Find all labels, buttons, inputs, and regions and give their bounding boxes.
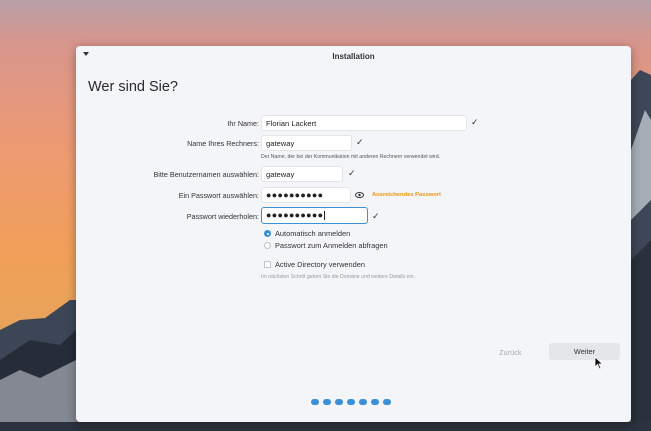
progress-step xyxy=(347,399,355,405)
progress-step xyxy=(323,399,331,405)
auto-login-label[interactable]: Automatisch anmelden xyxy=(275,229,350,238)
eye-icon[interactable] xyxy=(355,192,364,198)
back-button[interactable]: Zurück xyxy=(499,348,522,357)
name-label: Ihr Name: xyxy=(227,119,259,128)
progress-step xyxy=(335,399,343,405)
window-title: Installation xyxy=(332,52,375,61)
password-input[interactable]: ●●●●●●●●●● xyxy=(261,187,351,203)
active-directory-label[interactable]: Active Directory verwenden xyxy=(275,260,365,269)
username-valid-checkmark-icon: ✓ xyxy=(348,168,356,178)
confirm-password-label: Passwort wiederholen: xyxy=(186,212,259,221)
radio-auto-login[interactable] xyxy=(264,230,271,237)
progress-indicator xyxy=(311,392,395,410)
ask-password-label[interactable]: Passwort zum Anmelden abfragen xyxy=(275,241,388,250)
radio-ask-password[interactable] xyxy=(264,242,271,249)
name-input[interactable]: Florian Lackert xyxy=(261,115,467,131)
name-valid-checkmark-icon: ✓ xyxy=(471,117,479,127)
progress-step xyxy=(311,399,319,405)
active-directory-checkbox[interactable] xyxy=(264,261,271,268)
text-cursor xyxy=(324,211,326,221)
title-bar: Installation xyxy=(76,46,631,68)
progress-step xyxy=(383,399,391,405)
confirm-valid-checkmark-icon: ✓ xyxy=(372,211,380,221)
confirm-password-value: ●●●●●●●●●● xyxy=(266,210,324,220)
page-heading: Wer sind Sie? xyxy=(88,79,178,95)
active-directory-hint: Im nächsten Schritt geben Sie die Domäne… xyxy=(261,274,415,280)
progress-step xyxy=(371,399,379,405)
computer-valid-checkmark-icon: ✓ xyxy=(356,137,364,147)
username-label: Bitte Benutzernamen auswählen: xyxy=(153,170,259,179)
computer-name-input[interactable]: gateway xyxy=(261,135,352,151)
password-label: Ein Passwort auswählen: xyxy=(178,191,259,200)
computer-name-hint: Der Name, der bei der Kommunikation mit … xyxy=(261,154,441,160)
mouse-pointer-icon xyxy=(594,356,604,370)
username-input[interactable]: gateway xyxy=(261,166,343,182)
computer-name-label: Name Ihres Rechners: xyxy=(187,139,259,148)
installer-window: Installation Wer sind Sie? Ihr Name: Flo… xyxy=(76,46,631,422)
password-strength-label: Ausreichendes Passwort xyxy=(372,192,441,198)
confirm-password-input[interactable]: ●●●●●●●●●● xyxy=(261,207,368,224)
next-button[interactable]: Weiter xyxy=(549,343,620,360)
progress-step xyxy=(359,399,367,405)
